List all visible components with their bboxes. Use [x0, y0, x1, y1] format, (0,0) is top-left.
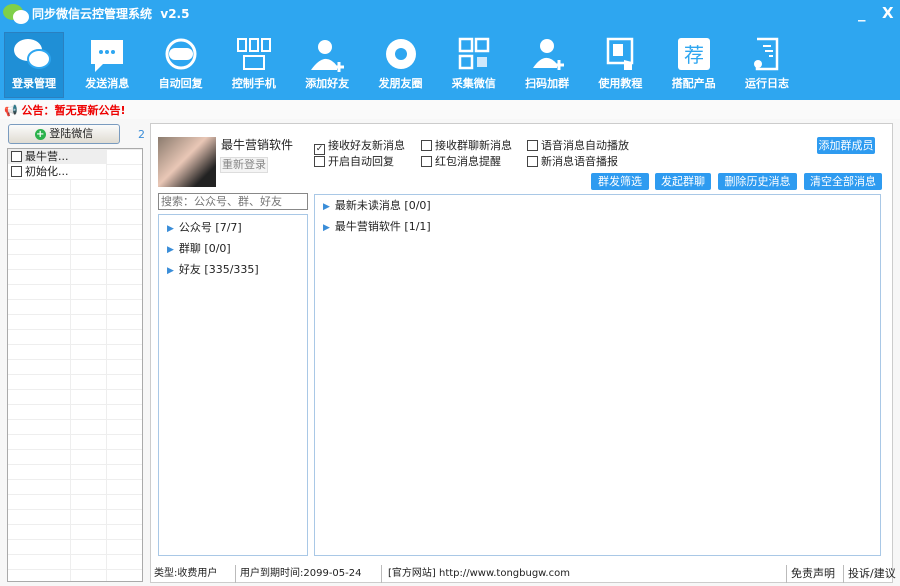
tree-node-account[interactable]: ▶ 最牛营销软件 [1/1] [315, 216, 880, 237]
app-title: 同步微信云控管理系统 v2.5 [32, 7, 190, 21]
option-checkbox[interactable]: 开启自动回复 [314, 153, 394, 169]
account-row[interactable]: 最牛营... [8, 149, 106, 164]
log-icon [754, 37, 779, 71]
account-row[interactable]: 初始化... [8, 164, 106, 179]
toolbar-aperture-button[interactable]: 发朋友圈 [371, 32, 431, 98]
add-group-member-button[interactable]: 添加群成员 [817, 137, 875, 154]
toolbar-log-button[interactable]: 运行日志 [737, 32, 797, 98]
robot-headset-icon [165, 38, 197, 70]
tree-node-official[interactable]: ▶ 公众号 [7/7] [159, 217, 307, 238]
toolbar-label: 扫码加群 [525, 77, 570, 90]
toolbar-tutorial-button[interactable]: 使用教程 [590, 32, 650, 98]
profile-name: 最牛营销软件 [221, 138, 294, 152]
toolbar-robot-headset-button[interactable]: 自动回复 [151, 32, 211, 98]
start-group-chat-button[interactable]: 发起群聊 [655, 173, 711, 190]
expiry-date: 用户到期时间:2099-05-24 [236, 565, 382, 583]
add-group-icon [533, 39, 565, 70]
checkbox-box[interactable] [314, 156, 325, 167]
toolbar-label: 发朋友圈 [378, 77, 423, 90]
toolbar-message-button[interactable]: 发送消息 [77, 32, 137, 98]
feedback-link[interactable]: 投诉/建议 [844, 565, 900, 583]
devices-icon [236, 38, 271, 70]
option-checkbox[interactable]: 红包消息提醒 [421, 153, 501, 169]
tutorial-icon [607, 37, 634, 70]
plus-circle-icon: + [34, 129, 46, 140]
aperture-icon [385, 39, 416, 69]
wechat-logo-icon [3, 4, 29, 24]
title-bar: 同步微信云控管理系统 v2.5 _ X 登录管理 发送消息 自动回复 控制手机 添加好友… [0, 0, 900, 100]
megaphone-icon: 📢 [4, 104, 18, 117]
status-bar: 类型:收费用户 用户到期时间:2099-05-24 [官方网站] http://… [150, 565, 900, 583]
option-checkbox[interactable]: 语音消息自动播放 [527, 137, 629, 153]
avatar [158, 137, 216, 187]
add-user-icon [311, 40, 345, 72]
expand-icon: ▶ [167, 245, 174, 255]
tree-node-unread[interactable]: ▶ 最新未读消息 [0/0] [315, 195, 880, 216]
checkbox-box[interactable] [527, 156, 538, 167]
toolbar-label: 自动回复 [158, 77, 203, 90]
checkbox-box[interactable] [421, 156, 432, 167]
toolbar-label: 使用教程 [598, 77, 643, 90]
svg-text:荐: 荐 [684, 43, 704, 67]
toolbar-label: 搭配产品 [671, 77, 716, 90]
toolbar-label: 登录管理 [12, 77, 56, 90]
toolbar-add-user-button[interactable]: 添加好友 [297, 32, 357, 98]
tree-node-groups[interactable]: ▶ 群聊 [0/0] [159, 238, 307, 259]
message-icon [91, 40, 124, 72]
toolbar-label: 采集微信 [451, 77, 496, 90]
minimize-button[interactable]: _ [858, 4, 866, 22]
user-type: 类型:收费用户 [150, 565, 236, 583]
message-tree[interactable]: ▶ 最新未读消息 [0/0] ▶ 最牛营销软件 [1/1] [314, 194, 881, 556]
toolbar-label: 控制手机 [231, 77, 276, 90]
toolbar-chat-bubbles-button[interactable]: 登录管理 [4, 32, 64, 98]
checkbox-box[interactable] [421, 140, 432, 151]
expand-icon: ▶ [323, 223, 330, 233]
recommend-icon: 荐 [677, 38, 710, 70]
group-filter-button[interactable]: 群发筛选 [591, 173, 649, 190]
toolbar-devices-button[interactable]: 控制手机 [224, 32, 284, 98]
account-count: 2 [138, 128, 145, 141]
qrcode-icon [458, 37, 490, 70]
login-wechat-button[interactable]: + 登陆微信 [8, 124, 120, 144]
tree-node-friends[interactable]: ▶ 好友 [335/335] [159, 259, 307, 280]
expand-icon: ▶ [167, 224, 174, 234]
checkbox-box[interactable] [527, 140, 538, 151]
notice-bar: 📢 公告：暂无更新公告! [0, 100, 900, 119]
relogin-button[interactable]: 重新登录 [220, 157, 268, 173]
website-link[interactable]: [官方网站] http://www.tongbugw.com [382, 565, 787, 583]
account-list[interactable]: 最牛营... 初始化... [7, 148, 143, 582]
toolbar-label: 发送消息 [85, 77, 130, 90]
main-panel: 最牛营销软件 重新登录 ✓ 接收好友新消息 接收群聊新消息 语音消息自动播放 开启自动回… [150, 123, 893, 583]
option-checkbox[interactable]: 新消息语音播报 [527, 153, 618, 169]
option-checkbox[interactable]: 接收群聊新消息 [421, 137, 512, 153]
account-checkbox[interactable] [11, 151, 22, 162]
account-checkbox[interactable] [11, 166, 22, 177]
toolbar-add-group-button[interactable]: 扫码加群 [517, 32, 577, 98]
toolbar-label: 运行日志 [745, 77, 789, 90]
toolbar-label: 添加好友 [305, 77, 350, 90]
contact-tree[interactable]: ▶ 公众号 [7/7] ▶ 群聊 [0/0] ▶ 好友 [335/335] [158, 214, 308, 556]
delete-history-button[interactable]: 删除历史消息 [718, 173, 797, 190]
close-button[interactable]: X [882, 4, 894, 22]
disclaimer-link[interactable]: 免责声明 [787, 565, 844, 583]
toolbar-recommend-button[interactable]: 荐搭配产品 [664, 32, 724, 98]
clear-all-messages-button[interactable]: 清空全部消息 [804, 173, 882, 190]
toolbar-qrcode-button[interactable]: 采集微信 [444, 32, 504, 98]
expand-icon: ▶ [323, 202, 330, 212]
chat-bubbles-icon [14, 39, 51, 69]
expand-icon: ▶ [167, 266, 174, 276]
search-input[interactable] [158, 193, 308, 210]
